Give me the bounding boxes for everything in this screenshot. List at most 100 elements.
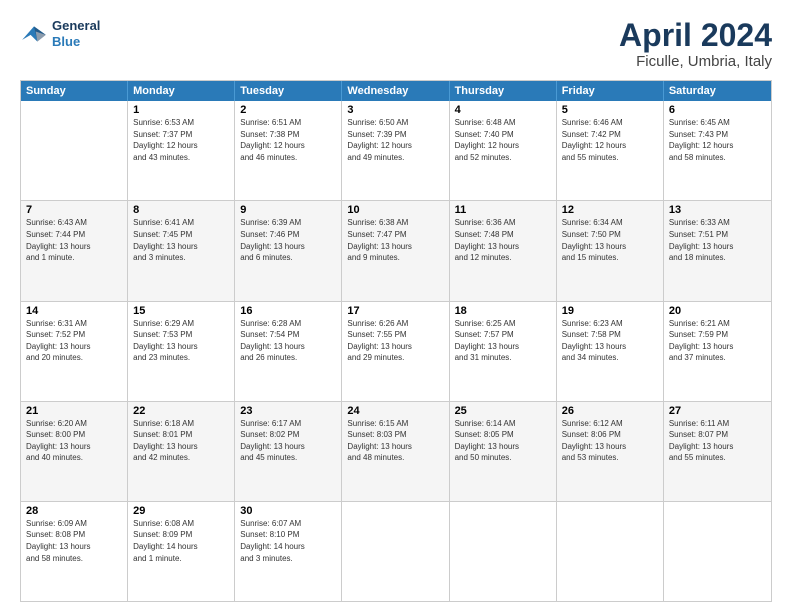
- calendar-title: April 2024: [619, 18, 772, 53]
- day-number: 19: [562, 305, 658, 317]
- header-friday: Friday: [557, 81, 664, 101]
- calendar-week-1: 1Sunrise: 6:53 AMSunset: 7:37 PMDaylight…: [21, 101, 771, 201]
- calendar-cell-w2-d7: 13Sunrise: 6:33 AMSunset: 7:51 PMDayligh…: [664, 201, 771, 300]
- calendar-cell-w3-d7: 20Sunrise: 6:21 AMSunset: 7:59 PMDayligh…: [664, 302, 771, 401]
- day-info: Sunrise: 6:14 AMSunset: 8:05 PMDaylight:…: [455, 418, 551, 464]
- title-block: April 2024 Ficulle, Umbria, Italy: [619, 18, 772, 70]
- day-number: 21: [26, 405, 122, 417]
- calendar-cell-w1-d6: 5Sunrise: 6:46 AMSunset: 7:42 PMDaylight…: [557, 101, 664, 200]
- day-info: Sunrise: 6:46 AMSunset: 7:42 PMDaylight:…: [562, 117, 658, 163]
- logo-line1: General: [52, 18, 100, 34]
- calendar-cell-w1-d1: [21, 101, 128, 200]
- day-number: 30: [240, 505, 336, 517]
- calendar-cell-w3-d6: 19Sunrise: 6:23 AMSunset: 7:58 PMDayligh…: [557, 302, 664, 401]
- day-number: 23: [240, 405, 336, 417]
- calendar-cell-w5-d4: [342, 502, 449, 601]
- day-info: Sunrise: 6:09 AMSunset: 8:08 PMDaylight:…: [26, 518, 122, 564]
- calendar-cell-w3-d1: 14Sunrise: 6:31 AMSunset: 7:52 PMDayligh…: [21, 302, 128, 401]
- calendar-week-2: 7Sunrise: 6:43 AMSunset: 7:44 PMDaylight…: [21, 201, 771, 301]
- day-number: 26: [562, 405, 658, 417]
- day-info: Sunrise: 6:45 AMSunset: 7:43 PMDaylight:…: [669, 117, 766, 163]
- calendar-cell-w2-d6: 12Sunrise: 6:34 AMSunset: 7:50 PMDayligh…: [557, 201, 664, 300]
- calendar-cell-w5-d1: 28Sunrise: 6:09 AMSunset: 8:08 PMDayligh…: [21, 502, 128, 601]
- day-number: 25: [455, 405, 551, 417]
- day-info: Sunrise: 6:36 AMSunset: 7:48 PMDaylight:…: [455, 217, 551, 263]
- day-info: Sunrise: 6:23 AMSunset: 7:58 PMDaylight:…: [562, 318, 658, 364]
- header-monday: Monday: [128, 81, 235, 101]
- calendar-cell-w4-d1: 21Sunrise: 6:20 AMSunset: 8:00 PMDayligh…: [21, 402, 128, 501]
- day-number: 11: [455, 204, 551, 216]
- header-thursday: Thursday: [450, 81, 557, 101]
- day-info: Sunrise: 6:17 AMSunset: 8:02 PMDaylight:…: [240, 418, 336, 464]
- day-number: 27: [669, 405, 766, 417]
- calendar-cell-w4-d3: 23Sunrise: 6:17 AMSunset: 8:02 PMDayligh…: [235, 402, 342, 501]
- day-number: 1: [133, 104, 229, 116]
- page-header: General Blue April 2024 Ficulle, Umbria,…: [20, 18, 772, 70]
- header-tuesday: Tuesday: [235, 81, 342, 101]
- calendar-week-4: 21Sunrise: 6:20 AMSunset: 8:00 PMDayligh…: [21, 402, 771, 502]
- calendar-cell-w1-d2: 1Sunrise: 6:53 AMSunset: 7:37 PMDaylight…: [128, 101, 235, 200]
- day-number: 10: [347, 204, 443, 216]
- calendar-week-3: 14Sunrise: 6:31 AMSunset: 7:52 PMDayligh…: [21, 302, 771, 402]
- day-info: Sunrise: 6:51 AMSunset: 7:38 PMDaylight:…: [240, 117, 336, 163]
- calendar-cell-w5-d6: [557, 502, 664, 601]
- day-number: 9: [240, 204, 336, 216]
- day-info: Sunrise: 6:20 AMSunset: 8:00 PMDaylight:…: [26, 418, 122, 464]
- day-number: 7: [26, 204, 122, 216]
- day-number: 13: [669, 204, 766, 216]
- calendar-body: 1Sunrise: 6:53 AMSunset: 7:37 PMDaylight…: [21, 101, 771, 601]
- calendar-cell-w3-d4: 17Sunrise: 6:26 AMSunset: 7:55 PMDayligh…: [342, 302, 449, 401]
- day-info: Sunrise: 6:50 AMSunset: 7:39 PMDaylight:…: [347, 117, 443, 163]
- calendar-cell-w4-d2: 22Sunrise: 6:18 AMSunset: 8:01 PMDayligh…: [128, 402, 235, 501]
- header-saturday: Saturday: [664, 81, 771, 101]
- day-info: Sunrise: 6:38 AMSunset: 7:47 PMDaylight:…: [347, 217, 443, 263]
- calendar-cell-w5-d5: [450, 502, 557, 601]
- calendar-header: Sunday Monday Tuesday Wednesday Thursday…: [21, 81, 771, 101]
- day-number: 5: [562, 104, 658, 116]
- logo-line2: Blue: [52, 34, 100, 50]
- day-number: 3: [347, 104, 443, 116]
- day-number: 4: [455, 104, 551, 116]
- calendar-cell-w3-d5: 18Sunrise: 6:25 AMSunset: 7:57 PMDayligh…: [450, 302, 557, 401]
- day-info: Sunrise: 6:21 AMSunset: 7:59 PMDaylight:…: [669, 318, 766, 364]
- logo-icon: [20, 23, 48, 45]
- calendar-cell-w1-d5: 4Sunrise: 6:48 AMSunset: 7:40 PMDaylight…: [450, 101, 557, 200]
- calendar-cell-w1-d3: 2Sunrise: 6:51 AMSunset: 7:38 PMDaylight…: [235, 101, 342, 200]
- calendar-cell-w1-d4: 3Sunrise: 6:50 AMSunset: 7:39 PMDaylight…: [342, 101, 449, 200]
- header-wednesday: Wednesday: [342, 81, 449, 101]
- day-info: Sunrise: 6:39 AMSunset: 7:46 PMDaylight:…: [240, 217, 336, 263]
- day-number: 2: [240, 104, 336, 116]
- calendar-cell-w5-d7: [664, 502, 771, 601]
- calendar-cell-w2-d4: 10Sunrise: 6:38 AMSunset: 7:47 PMDayligh…: [342, 201, 449, 300]
- calendar-cell-w2-d1: 7Sunrise: 6:43 AMSunset: 7:44 PMDaylight…: [21, 201, 128, 300]
- day-info: Sunrise: 6:15 AMSunset: 8:03 PMDaylight:…: [347, 418, 443, 464]
- day-number: 8: [133, 204, 229, 216]
- day-info: Sunrise: 6:43 AMSunset: 7:44 PMDaylight:…: [26, 217, 122, 263]
- day-number: 20: [669, 305, 766, 317]
- day-number: 12: [562, 204, 658, 216]
- day-info: Sunrise: 6:48 AMSunset: 7:40 PMDaylight:…: [455, 117, 551, 163]
- calendar-cell-w1-d7: 6Sunrise: 6:45 AMSunset: 7:43 PMDaylight…: [664, 101, 771, 200]
- day-number: 14: [26, 305, 122, 317]
- calendar-subtitle: Ficulle, Umbria, Italy: [619, 53, 772, 70]
- calendar-cell-w5-d2: 29Sunrise: 6:08 AMSunset: 8:09 PMDayligh…: [128, 502, 235, 601]
- day-number: 17: [347, 305, 443, 317]
- day-info: Sunrise: 6:12 AMSunset: 8:06 PMDaylight:…: [562, 418, 658, 464]
- calendar-cell-w4-d4: 24Sunrise: 6:15 AMSunset: 8:03 PMDayligh…: [342, 402, 449, 501]
- calendar-cell-w3-d3: 16Sunrise: 6:28 AMSunset: 7:54 PMDayligh…: [235, 302, 342, 401]
- day-number: 28: [26, 505, 122, 517]
- calendar-cell-w4-d6: 26Sunrise: 6:12 AMSunset: 8:06 PMDayligh…: [557, 402, 664, 501]
- day-info: Sunrise: 6:53 AMSunset: 7:37 PMDaylight:…: [133, 117, 229, 163]
- calendar-cell-w2-d2: 8Sunrise: 6:41 AMSunset: 7:45 PMDaylight…: [128, 201, 235, 300]
- day-info: Sunrise: 6:34 AMSunset: 7:50 PMDaylight:…: [562, 217, 658, 263]
- day-number: 15: [133, 305, 229, 317]
- day-info: Sunrise: 6:07 AMSunset: 8:10 PMDaylight:…: [240, 518, 336, 564]
- calendar-cell-w2-d3: 9Sunrise: 6:39 AMSunset: 7:46 PMDaylight…: [235, 201, 342, 300]
- day-info: Sunrise: 6:31 AMSunset: 7:52 PMDaylight:…: [26, 318, 122, 364]
- day-number: 16: [240, 305, 336, 317]
- calendar-cell-w2-d5: 11Sunrise: 6:36 AMSunset: 7:48 PMDayligh…: [450, 201, 557, 300]
- day-info: Sunrise: 6:08 AMSunset: 8:09 PMDaylight:…: [133, 518, 229, 564]
- day-info: Sunrise: 6:26 AMSunset: 7:55 PMDaylight:…: [347, 318, 443, 364]
- logo: General Blue: [20, 18, 100, 49]
- calendar-cell-w5-d3: 30Sunrise: 6:07 AMSunset: 8:10 PMDayligh…: [235, 502, 342, 601]
